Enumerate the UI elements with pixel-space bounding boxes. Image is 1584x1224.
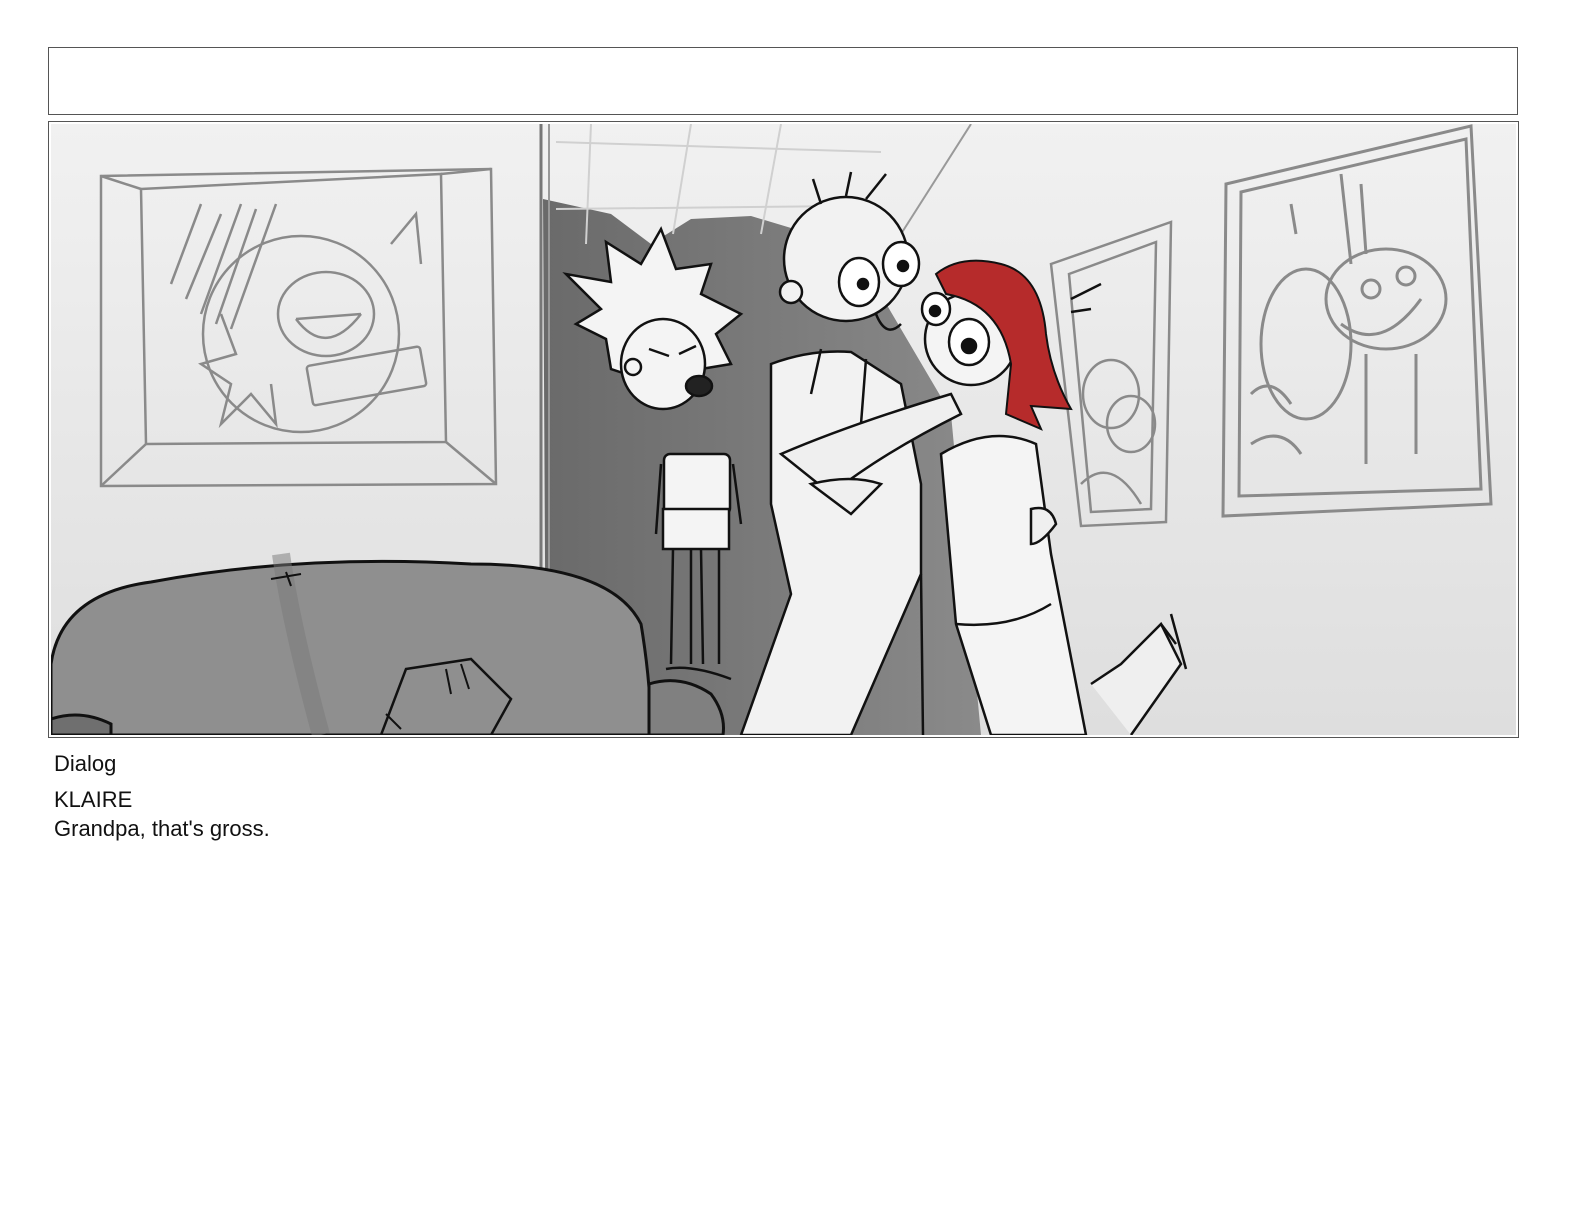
dialog-line: Grandpa, that's gross. xyxy=(54,816,270,841)
storyboard-panel xyxy=(48,121,1519,738)
dialog-heading: Dialog xyxy=(54,751,117,776)
dialog-speaker: KLAIRE xyxy=(54,787,133,812)
panel-illustration xyxy=(51,124,1516,735)
shot-header-box xyxy=(48,47,1518,115)
dialog-section: Dialog KLAIRE Grandpa, that's gross. xyxy=(54,750,1514,844)
